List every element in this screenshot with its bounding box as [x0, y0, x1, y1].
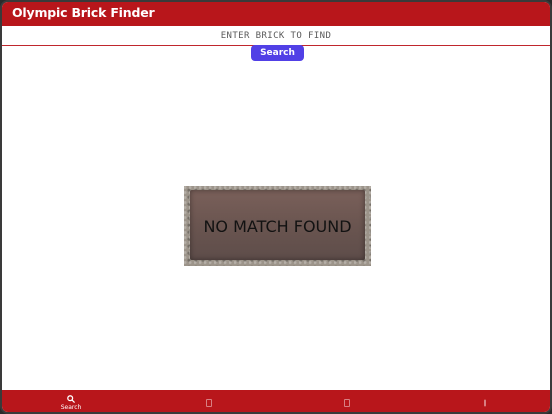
tab-4[interactable] — [416, 390, 550, 412]
search-button[interactable]: Search — [251, 45, 304, 61]
tab-icon-2 — [206, 399, 212, 407]
bottom-tab-bar: Search — [2, 390, 550, 412]
tab-3[interactable] — [278, 390, 416, 412]
brick-search-input[interactable] — [2, 26, 550, 45]
tab-icon-4 — [484, 399, 486, 407]
app-title: Olympic Brick Finder — [12, 5, 155, 20]
no-match-message: NO MATCH FOUND — [203, 216, 352, 236]
tab-2[interactable] — [140, 390, 278, 412]
search-icon — [67, 395, 75, 403]
tab-search[interactable]: Search — [2, 390, 140, 412]
search-bar — [2, 26, 550, 46]
app-window: Olympic Brick Finder Search NO MATCH FOU… — [0, 0, 552, 414]
tab-icon-3 — [344, 399, 350, 407]
brick-image: NO MATCH FOUND — [184, 186, 371, 266]
tab-search-label: Search — [60, 404, 82, 411]
app-header: Olympic Brick Finder — [2, 2, 550, 26]
